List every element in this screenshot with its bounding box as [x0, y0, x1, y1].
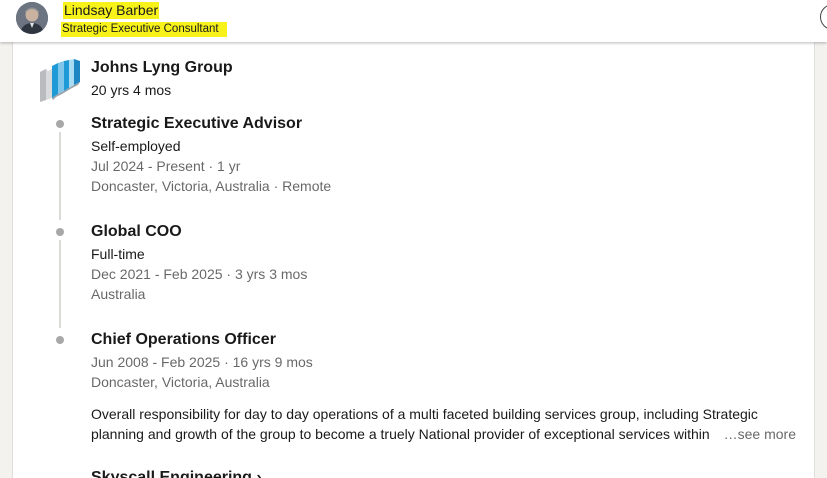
role-location: Doncaster, Victoria, Australia: [91, 374, 270, 390]
role-title[interactable]: Global COO: [91, 223, 182, 241]
role-employment-type: Full-time: [91, 246, 145, 262]
profile-headline: Strategic Executive Consultant: [61, 22, 227, 37]
sticky-profile-header: Lindsay Barber Strategic Executive Consu…: [0, 0, 827, 42]
role-description-line: Overall responsibility for day to day op…: [91, 406, 758, 422]
timeline-connector: [59, 132, 61, 220]
company-duration: 20 yrs 4 mos: [91, 82, 172, 98]
avatar-photo: [16, 2, 48, 34]
next-entry-peek[interactable]: Skyscall Engineering ›: [91, 466, 262, 478]
company-name[interactable]: Johns Lyng Group: [91, 59, 233, 77]
role-dates: Jul 2024 - Present · 1 yr: [91, 158, 241, 174]
profile-name: Lindsay Barber: [63, 2, 160, 19]
timeline-dot: [56, 120, 64, 128]
role-location: Australia: [91, 286, 146, 302]
role-title[interactable]: Strategic Executive Advisor: [91, 115, 302, 133]
header-action-button[interactable]: [820, 4, 827, 30]
role-dates: Jun 2008 - Feb 2025 · 16 yrs 9 mos: [91, 354, 313, 370]
timeline-dot: [56, 336, 64, 344]
see-more-button[interactable]: …see more: [724, 424, 796, 444]
role-employment-type: Self-employed: [91, 138, 181, 154]
timeline-dot: [56, 228, 64, 236]
role-description: Overall responsibility for day to day op…: [91, 404, 796, 444]
role-dates: Dec 2021 - Feb 2025 · 3 yrs 3 mos: [91, 266, 308, 282]
timeline-connector: [59, 240, 61, 328]
johns-lyng-logo-icon[interactable]: [38, 58, 82, 104]
role-location: Doncaster, Victoria, Australia · Remote: [91, 178, 332, 194]
role-description-line: planning and growth of the group to beco…: [91, 426, 710, 442]
role-title[interactable]: Chief Operations Officer: [91, 331, 276, 349]
profile-avatar[interactable]: [16, 2, 48, 34]
